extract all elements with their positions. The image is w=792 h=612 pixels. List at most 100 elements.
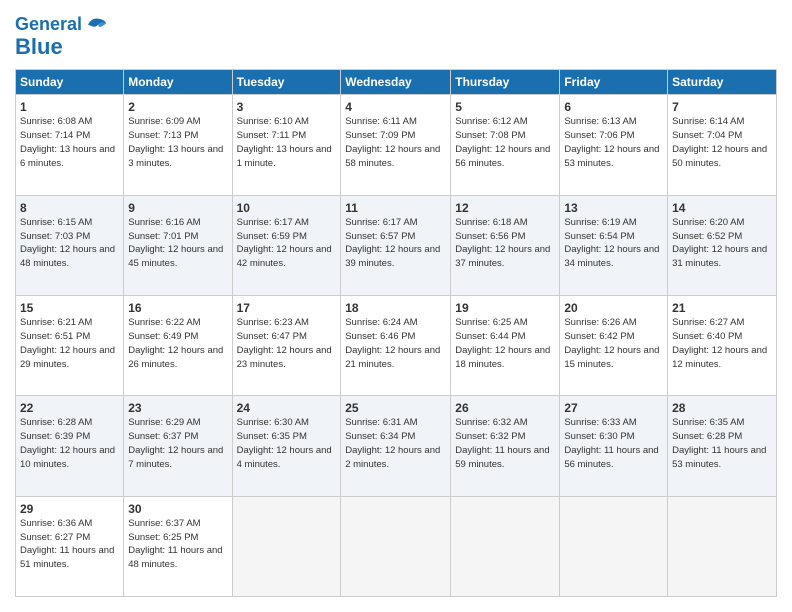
header: General Blue [15, 15, 777, 59]
day-sunrise: Sunrise: 6:28 AM [20, 417, 92, 428]
day-daylight: Daylight: 12 hours and 37 minutes. [455, 244, 550, 269]
calendar-cell [560, 496, 668, 596]
calendar-cell: 25 Sunrise: 6:31 AM Sunset: 6:34 PM Dayl… [341, 396, 451, 496]
day-sunset: Sunset: 6:34 PM [345, 431, 415, 442]
day-number: 4 [345, 99, 446, 115]
day-number: 3 [237, 99, 337, 115]
day-number: 27 [564, 400, 663, 416]
day-daylight: Daylight: 11 hours and 53 minutes. [672, 445, 766, 470]
day-sunrise: Sunrise: 6:12 AM [455, 116, 527, 127]
day-sunset: Sunset: 6:51 PM [20, 331, 90, 342]
day-daylight: Daylight: 11 hours and 59 minutes. [455, 445, 549, 470]
day-number: 7 [672, 99, 772, 115]
day-daylight: Daylight: 12 hours and 50 minutes. [672, 144, 767, 169]
calendar-week-row: 1 Sunrise: 6:08 AM Sunset: 7:14 PM Dayli… [16, 95, 777, 195]
day-sunset: Sunset: 6:47 PM [237, 331, 307, 342]
day-sunrise: Sunrise: 6:25 AM [455, 317, 527, 328]
calendar-cell [451, 496, 560, 596]
calendar-cell: 7 Sunrise: 6:14 AM Sunset: 7:04 PM Dayli… [668, 95, 777, 195]
calendar-cell: 28 Sunrise: 6:35 AM Sunset: 6:28 PM Dayl… [668, 396, 777, 496]
col-tuesday: Tuesday [232, 70, 341, 95]
day-sunset: Sunset: 7:11 PM [237, 130, 307, 141]
day-sunrise: Sunrise: 6:23 AM [237, 317, 309, 328]
day-sunset: Sunset: 7:04 PM [672, 130, 742, 141]
day-sunrise: Sunrise: 6:24 AM [345, 317, 417, 328]
day-daylight: Daylight: 12 hours and 31 minutes. [672, 244, 767, 269]
day-sunrise: Sunrise: 6:15 AM [20, 217, 92, 228]
calendar-cell: 4 Sunrise: 6:11 AM Sunset: 7:09 PM Dayli… [341, 95, 451, 195]
calendar-cell: 1 Sunrise: 6:08 AM Sunset: 7:14 PM Dayli… [16, 95, 124, 195]
day-sunset: Sunset: 6:27 PM [20, 532, 90, 543]
calendar-cell: 14 Sunrise: 6:20 AM Sunset: 6:52 PM Dayl… [668, 195, 777, 295]
day-sunset: Sunset: 6:46 PM [345, 331, 415, 342]
day-number: 24 [237, 400, 337, 416]
day-daylight: Daylight: 12 hours and 34 minutes. [564, 244, 659, 269]
calendar-cell: 2 Sunrise: 6:09 AM Sunset: 7:13 PM Dayli… [124, 95, 232, 195]
col-sunday: Sunday [16, 70, 124, 95]
day-sunrise: Sunrise: 6:14 AM [672, 116, 744, 127]
logo-text: General [15, 15, 82, 35]
calendar-cell: 23 Sunrise: 6:29 AM Sunset: 6:37 PM Dayl… [124, 396, 232, 496]
day-daylight: Daylight: 13 hours and 6 minutes. [20, 144, 115, 169]
calendar-cell: 17 Sunrise: 6:23 AM Sunset: 6:47 PM Dayl… [232, 295, 341, 395]
calendar-cell [341, 496, 451, 596]
calendar-cell: 15 Sunrise: 6:21 AM Sunset: 6:51 PM Dayl… [16, 295, 124, 395]
day-sunrise: Sunrise: 6:17 AM [345, 217, 417, 228]
day-sunrise: Sunrise: 6:27 AM [672, 317, 744, 328]
day-sunset: Sunset: 6:32 PM [455, 431, 525, 442]
calendar-week-row: 22 Sunrise: 6:28 AM Sunset: 6:39 PM Dayl… [16, 396, 777, 496]
day-sunrise: Sunrise: 6:09 AM [128, 116, 200, 127]
calendar-cell: 11 Sunrise: 6:17 AM Sunset: 6:57 PM Dayl… [341, 195, 451, 295]
calendar-week-row: 29 Sunrise: 6:36 AM Sunset: 6:27 PM Dayl… [16, 496, 777, 596]
day-daylight: Daylight: 12 hours and 7 minutes. [128, 445, 223, 470]
day-number: 14 [672, 200, 772, 216]
day-sunrise: Sunrise: 6:29 AM [128, 417, 200, 428]
day-sunrise: Sunrise: 6:35 AM [672, 417, 744, 428]
page: General Blue Sunday Monday [0, 0, 792, 612]
calendar-cell: 18 Sunrise: 6:24 AM Sunset: 6:46 PM Dayl… [341, 295, 451, 395]
day-sunrise: Sunrise: 6:30 AM [237, 417, 309, 428]
day-number: 10 [237, 200, 337, 216]
day-daylight: Daylight: 12 hours and 56 minutes. [455, 144, 550, 169]
day-sunrise: Sunrise: 6:26 AM [564, 317, 636, 328]
day-sunrise: Sunrise: 6:17 AM [237, 217, 309, 228]
day-number: 2 [128, 99, 227, 115]
calendar-cell: 30 Sunrise: 6:37 AM Sunset: 6:25 PM Dayl… [124, 496, 232, 596]
day-daylight: Daylight: 12 hours and 12 minutes. [672, 345, 767, 370]
day-daylight: Daylight: 13 hours and 3 minutes. [128, 144, 223, 169]
day-sunset: Sunset: 6:49 PM [128, 331, 198, 342]
day-daylight: Daylight: 12 hours and 58 minutes. [345, 144, 440, 169]
calendar-cell: 6 Sunrise: 6:13 AM Sunset: 7:06 PM Dayli… [560, 95, 668, 195]
day-number: 23 [128, 400, 227, 416]
day-number: 18 [345, 300, 446, 316]
day-sunset: Sunset: 6:56 PM [455, 231, 525, 242]
day-daylight: Daylight: 13 hours and 1 minute. [237, 144, 332, 169]
day-sunset: Sunset: 6:42 PM [564, 331, 634, 342]
calendar-cell: 27 Sunrise: 6:33 AM Sunset: 6:30 PM Dayl… [560, 396, 668, 496]
day-sunset: Sunset: 7:06 PM [564, 130, 634, 141]
day-number: 6 [564, 99, 663, 115]
calendar-cell: 5 Sunrise: 6:12 AM Sunset: 7:08 PM Dayli… [451, 95, 560, 195]
day-sunset: Sunset: 6:35 PM [237, 431, 307, 442]
day-daylight: Daylight: 11 hours and 56 minutes. [564, 445, 658, 470]
calendar-cell: 29 Sunrise: 6:36 AM Sunset: 6:27 PM Dayl… [16, 496, 124, 596]
day-sunset: Sunset: 7:01 PM [128, 231, 198, 242]
day-sunset: Sunset: 6:57 PM [345, 231, 415, 242]
calendar-cell: 9 Sunrise: 6:16 AM Sunset: 7:01 PM Dayli… [124, 195, 232, 295]
calendar-cell: 24 Sunrise: 6:30 AM Sunset: 6:35 PM Dayl… [232, 396, 341, 496]
day-daylight: Daylight: 11 hours and 51 minutes. [20, 545, 114, 570]
day-sunrise: Sunrise: 6:22 AM [128, 317, 200, 328]
col-monday: Monday [124, 70, 232, 95]
day-sunrise: Sunrise: 6:21 AM [20, 317, 92, 328]
day-sunrise: Sunrise: 6:11 AM [345, 116, 417, 127]
day-sunset: Sunset: 7:14 PM [20, 130, 90, 141]
day-sunset: Sunset: 6:52 PM [672, 231, 742, 242]
col-thursday: Thursday [451, 70, 560, 95]
day-number: 8 [20, 200, 119, 216]
col-wednesday: Wednesday [341, 70, 451, 95]
day-sunset: Sunset: 6:54 PM [564, 231, 634, 242]
day-number: 26 [455, 400, 555, 416]
day-daylight: Daylight: 11 hours and 48 minutes. [128, 545, 222, 570]
day-sunset: Sunset: 6:28 PM [672, 431, 742, 442]
day-sunset: Sunset: 7:13 PM [128, 130, 198, 141]
